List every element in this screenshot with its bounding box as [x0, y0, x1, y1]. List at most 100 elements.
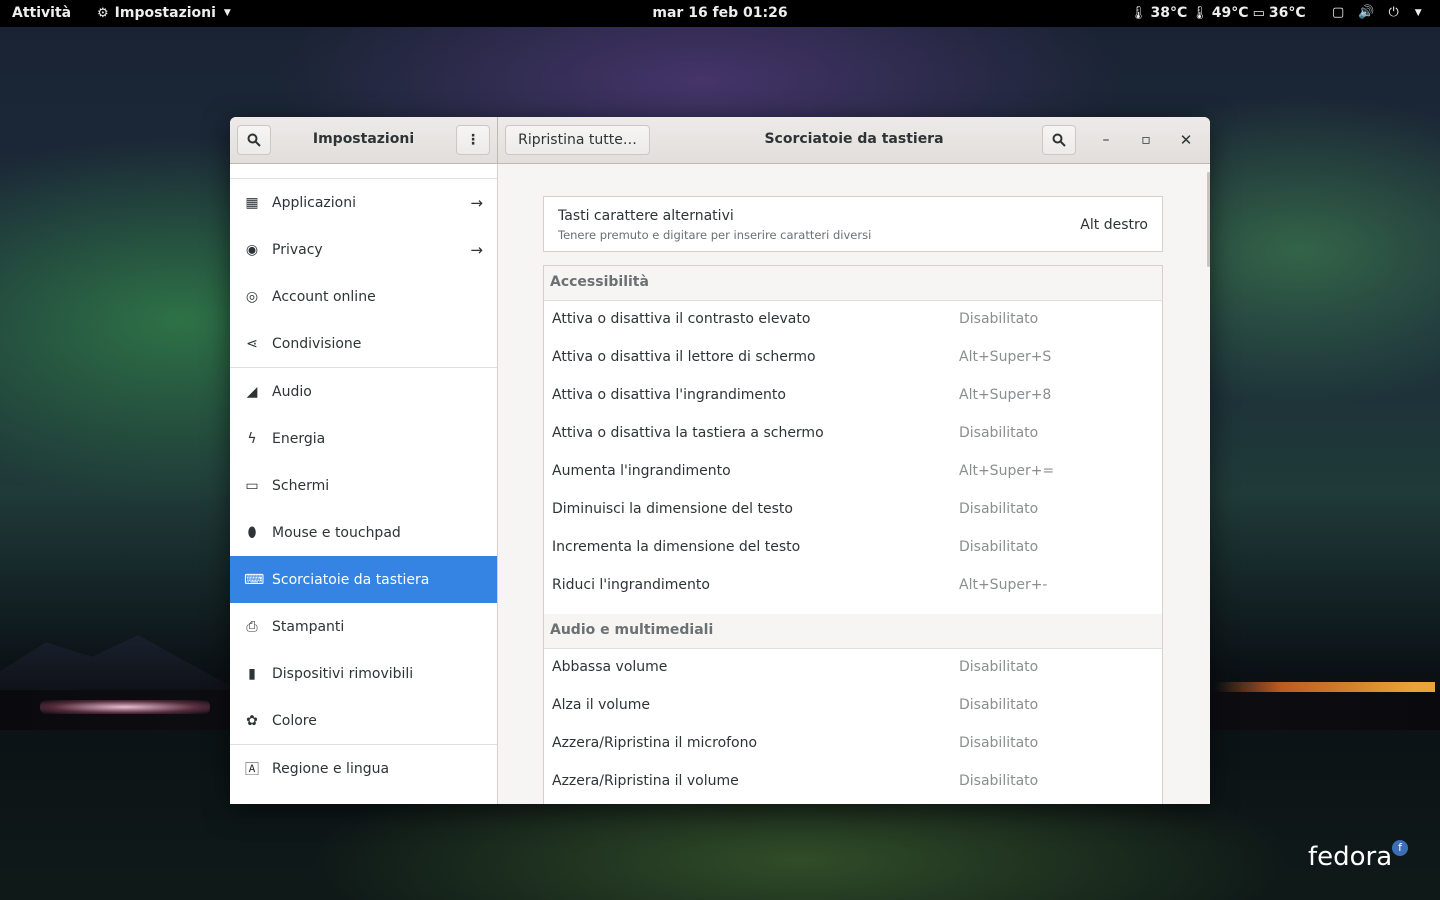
search-icon — [1052, 133, 1066, 147]
sidebar-item-energia[interactable]: ϟ Energia — [230, 415, 497, 462]
shortcut-value: Disabilitato — [959, 697, 1039, 713]
header-bar: Impostazioni ⋮ Ripristina tutte… Scorcia… — [230, 117, 1210, 164]
sidebar-item-mouse[interactable]: ⬮ Mouse e touchpad — [230, 509, 497, 556]
shortcut-search-button[interactable] — [1042, 125, 1076, 155]
drive-icon: ▭ — [1252, 5, 1265, 21]
alt-chars-subtitle: Tenere premuto e digitare per inserire c… — [558, 228, 872, 242]
shortcut-name: Alza il volume — [552, 697, 650, 713]
shortcut-row[interactable]: Alza il volume Disabilitato — [544, 687, 1162, 725]
fedora-logo: fedora — [1308, 842, 1393, 872]
section-title: Audio e multimediali — [550, 622, 714, 638]
screen-icon: ▢ — [1332, 5, 1345, 20]
primary-menu-button[interactable]: ⋮ — [456, 125, 490, 155]
power-icon: ϟ — [247, 430, 257, 447]
sidebar-item-regione[interactable]: 🄰 Regione e lingua — [230, 745, 497, 792]
shortcut-value: Disabilitato — [959, 311, 1039, 327]
settings-window: Impostazioni ⋮ Ripristina tutte… Scorcia… — [230, 117, 1210, 804]
sidebar-item-stampanti[interactable]: ⎙ Stampanti — [230, 603, 497, 650]
shortcuts-panel: Tasti carattere alternativi Tenere premu… — [498, 164, 1210, 804]
shortcut-row[interactable]: Riduci l'ingrandimento Alt+Super+- — [544, 567, 1162, 605]
shortcut-row[interactable]: Azzera/Ripristina il volume Disabilitato — [544, 763, 1162, 801]
language-icon: 🄰 — [245, 761, 259, 778]
sidebar-item-label: Schermi — [272, 477, 330, 494]
shortcut-name: Attiva o disattiva il contrasto elevato — [552, 311, 811, 327]
shortcut-name: Diminuisci la dimensione del testo — [552, 501, 793, 517]
system-menu[interactable]: ▢ 🔊 ⏻ ▼ — [1332, 5, 1422, 20]
close-button[interactable]: ✕ — [1175, 130, 1197, 152]
sidebar-item-applicazioni[interactable]: ▦ Applicazioni → — [230, 179, 497, 226]
header-divider — [497, 117, 498, 163]
sidebar-item-dispositivi[interactable]: ▮ Dispositivi rimovibili — [230, 650, 497, 697]
shortcut-row[interactable]: Attiva o disattiva il lettore di schermo… — [544, 339, 1162, 377]
maximize-icon: ▫ — [1141, 132, 1151, 148]
sidebar-item-condivisione[interactable]: ⋖ Condivisione — [230, 320, 497, 367]
mouse-icon: ⬮ — [247, 524, 257, 541]
page-title: Scorciatoie da tastiera — [764, 131, 944, 147]
sidebar-item-colore[interactable]: ✿ Colore — [230, 697, 497, 744]
sidebar-item-label: Stampanti — [272, 618, 345, 635]
sidebar-item-label: Regione e lingua — [272, 760, 390, 777]
shortcut-value: Disabilitato — [959, 735, 1039, 751]
shortcut-name: Attiva o disattiva il lettore di schermo — [552, 349, 816, 365]
keyboard-icon: ⌨ — [244, 571, 265, 588]
shortcut-value: Disabilitato — [959, 539, 1039, 555]
shortcut-name: Azzera/Ripristina il volume — [552, 773, 739, 789]
kebab-menu-icon: ⋮ — [466, 132, 480, 148]
usb-icon: ▮ — [248, 665, 256, 682]
section-header: Audio e multimediali — [544, 614, 1162, 649]
section-title: Accessibilità — [550, 274, 649, 290]
shortcut-value: Alt+Super+S — [959, 349, 1052, 365]
sidebar-item-label: Audio — [272, 383, 312, 400]
wallpaper-lights-left — [40, 700, 210, 714]
shortcut-row[interactable]: Aumenta l'ingrandimento Alt+Super+= — [544, 453, 1162, 491]
shortcut-row[interactable]: Attiva o disattiva la tastiera a schermo… — [544, 415, 1162, 453]
thermometer-icon: 🌡 — [1191, 5, 1208, 21]
shortcut-value: Disabilitato — [959, 425, 1039, 441]
volume-icon: 🔊 — [1358, 5, 1375, 20]
sidebar-item-schermi[interactable]: ▭ Schermi — [230, 462, 497, 509]
sidebar-item-privacy[interactable]: ◉ Privacy → — [230, 226, 497, 273]
sidebar-item-audio[interactable]: ◢ Audio — [230, 368, 497, 415]
wallpaper-lights-right — [1215, 682, 1435, 692]
sidebar-item-label: Condivisione — [272, 335, 362, 352]
sidebar-item-account-online[interactable]: ◎ Account online — [230, 273, 497, 320]
alt-chars-value: Alt destro — [1080, 217, 1148, 233]
shortcut-list: Accessibilità Attiva o disattiva il cont… — [543, 265, 1163, 804]
shortcut-row[interactable]: Diminuisci la dimensione del testo Disabi… — [544, 491, 1162, 529]
sidebar-item-label: Applicazioni — [272, 194, 356, 211]
close-icon: ✕ — [1179, 131, 1193, 149]
account-icon: ◎ — [245, 288, 259, 305]
temperature-indicator[interactable]: 🌡 38°C 🌡 49°C ▭ 36°C — [1130, 5, 1306, 21]
sidebar-item-label: Energia — [272, 430, 326, 447]
shortcut-value: Disabilitato — [959, 659, 1039, 675]
maximize-button[interactable]: ▫ — [1135, 130, 1157, 152]
minimize-button[interactable]: – — [1095, 130, 1117, 152]
restore-all-button[interactable]: Ripristina tutte… — [505, 125, 650, 155]
audio-icon: ◢ — [246, 383, 258, 400]
shortcut-value: Alt+Super+8 — [959, 387, 1052, 403]
sidebar-item-label: Privacy — [272, 241, 323, 258]
thermometer-icon: 🌡 — [1130, 5, 1147, 21]
shortcut-row[interactable]: Attiva o disattiva l'ingrandimento Alt+Su… — [544, 377, 1162, 415]
sidebar-item-scorciatoie[interactable]: ⌨ Scorciatoie da tastiera — [230, 556, 497, 603]
sidebar-item-label: Mouse e touchpad — [272, 524, 401, 541]
section-header: Accessibilità — [544, 266, 1162, 301]
shortcut-row[interactable]: Abbassa volume Disabilitato — [544, 649, 1162, 687]
temp-1: 38°C — [1150, 5, 1188, 21]
shortcut-row[interactable]: Attiva o disattiva il contrasto elevato D… — [544, 301, 1162, 339]
shortcut-row[interactable]: Azzera/Ripristina il microfono Disabilita… — [544, 725, 1162, 763]
shortcut-name: Attiva o disattiva la tastiera a schermo — [552, 425, 824, 441]
sidebar-item-label: Colore — [272, 712, 317, 729]
shortcut-name: Aumenta l'ingrandimento — [552, 463, 731, 479]
shortcut-name: Incrementa la dimensione del testo — [552, 539, 801, 555]
alt-chars-row[interactable]: Tasti carattere alternativi Tenere premu… — [543, 196, 1163, 252]
arrow-right-icon: → — [470, 193, 483, 212]
arrow-right-icon: → — [470, 240, 483, 259]
alt-chars-title: Tasti carattere alternativi — [558, 208, 734, 224]
sidebar-item-label: Account online — [272, 288, 376, 305]
privacy-icon: ◉ — [245, 241, 259, 258]
shortcut-value: Disabilitato — [959, 773, 1039, 789]
scrollbar[interactable] — [1207, 172, 1210, 267]
shortcut-row[interactable]: Incrementa la dimensione del testo Disabi… — [544, 529, 1162, 567]
temp-2: 49°C — [1211, 5, 1249, 21]
